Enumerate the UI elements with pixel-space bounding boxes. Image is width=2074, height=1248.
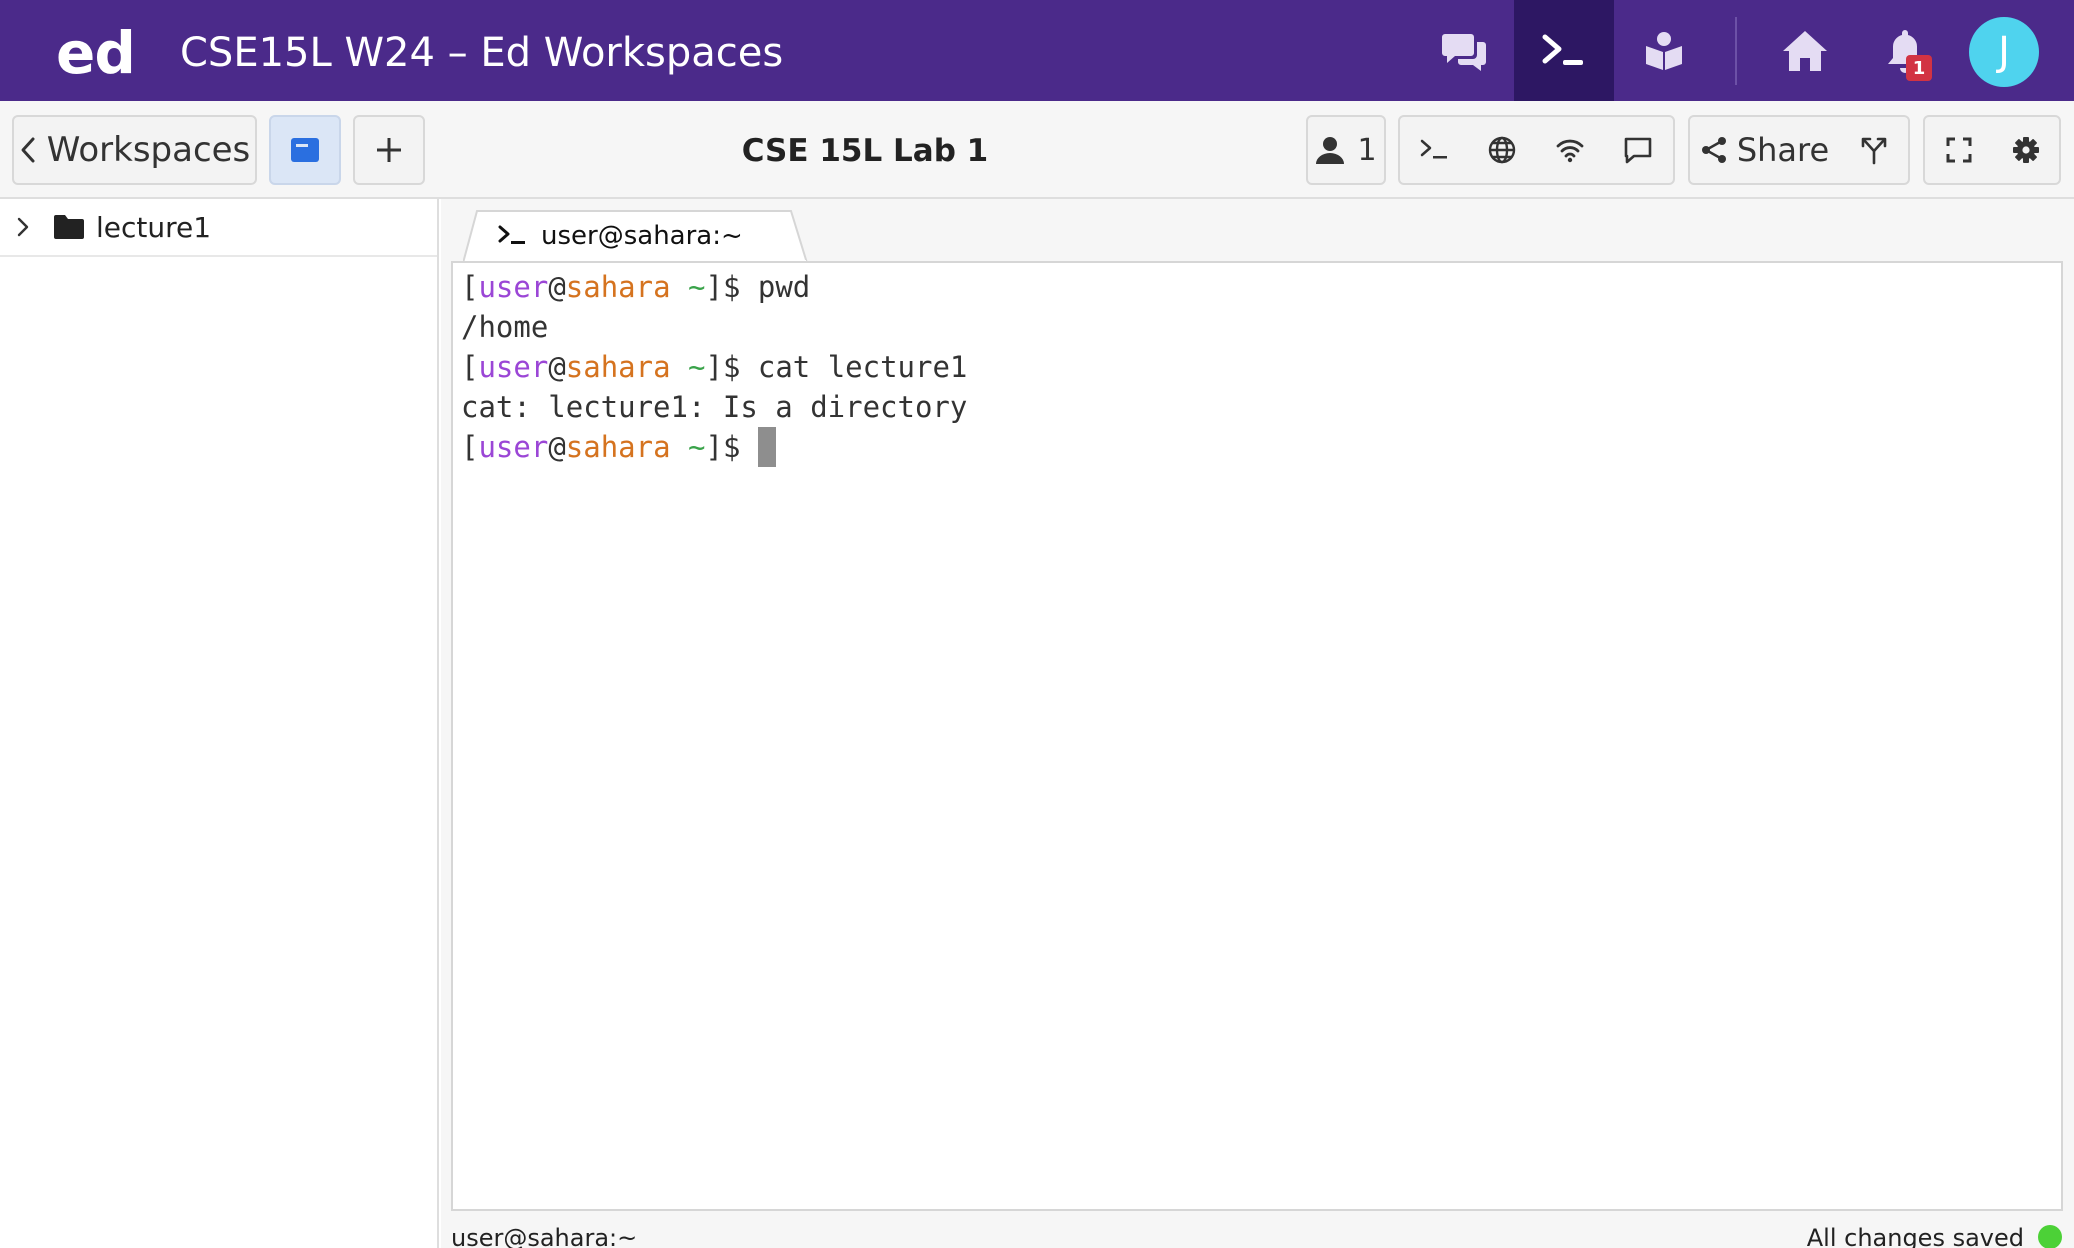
tree-item-label: lecture1 <box>96 210 212 244</box>
prompt-at: @ <box>548 350 566 384</box>
terminal-tab-label: user@sahara:~ <box>541 221 743 251</box>
output-text: /home <box>461 310 549 344</box>
share-icon <box>1701 137 1726 163</box>
fullscreen-icon <box>1946 137 1971 163</box>
folder-icon <box>54 215 84 239</box>
back-button-label: Workspaces <box>46 130 251 170</box>
terminal-command-line: [user@sahara ~]$ cat lecture1 <box>461 347 2061 387</box>
network-button[interactable] <box>1536 117 1604 183</box>
chevron-left-icon <box>21 137 35 163</box>
prompt-host: sahara <box>565 270 671 304</box>
prompt-bracket: ]$ <box>705 350 758 384</box>
prompt-user: user <box>478 350 549 384</box>
prompt-at: @ <box>548 430 566 464</box>
terminal-icon <box>1542 34 1583 65</box>
fork-button[interactable] <box>1840 117 1908 183</box>
workspace-toolbar: Workspaces CSE 15L Lab 1 1 Share <box>0 101 2074 199</box>
workspace-title: CSE 15L Lab 1 <box>741 133 989 169</box>
web-preview-button[interactable] <box>1468 117 1536 183</box>
share-button[interactable]: Share <box>1690 117 1840 183</box>
prompt-dir: ~ <box>688 270 706 304</box>
prompt-bracket: [ <box>461 270 479 304</box>
fork-icon <box>1861 137 1887 165</box>
user-icon <box>1316 137 1345 164</box>
terminal-nav-button[interactable] <box>1514 0 1614 101</box>
prompt-at: @ <box>548 270 566 304</box>
prompt-user: user <box>478 270 549 304</box>
terminal-tab[interactable]: user@sahara:~ <box>463 209 808 263</box>
plus-icon <box>377 138 401 162</box>
terminal-output[interactable]: [user@sahara ~]$ pwd/home [user@sahara ~]… <box>451 261 2063 1211</box>
status-bar: user@sahara:~ All changes saved <box>441 1222 2074 1248</box>
files-panel-icon <box>291 138 319 162</box>
users-count: 1 <box>1357 132 1377 168</box>
terminal-panel: user@sahara:~ [user@sahara ~]$ pwd/home[… <box>441 199 2074 1248</box>
command-text: pwd <box>757 270 811 304</box>
terminal-output-line: cat: lecture1: Is a directory <box>461 387 2061 427</box>
output-text: cat: lecture1: Is a directory <box>461 390 968 424</box>
back-to-workspaces-button[interactable]: Workspaces <box>12 115 257 185</box>
top-header: ed CSE15L W24 – Ed Workspaces 1 J <box>0 0 2074 101</box>
toggle-files-button[interactable] <box>269 115 341 185</box>
settings-button[interactable] <box>1992 117 2059 183</box>
terminal-cursor <box>757 427 776 467</box>
command-text: cat lecture1 <box>757 350 968 384</box>
app-title: CSE15L W24 – Ed Workspaces <box>180 30 784 76</box>
terminal-icon <box>498 225 525 244</box>
home-icon <box>1783 30 1827 71</box>
fullscreen-button[interactable] <box>1925 117 1992 183</box>
prompt-dir: ~ <box>688 430 706 464</box>
save-status: All changes saved <box>1806 1224 2024 1248</box>
users-button[interactable]: 1 <box>1306 115 1386 185</box>
prompt-host: sahara <box>565 350 671 384</box>
view-button-group <box>1923 115 2061 185</box>
discussion-icon <box>1442 33 1486 71</box>
notification-badge: 1 <box>1906 55 1932 81</box>
ed-logo[interactable]: ed <box>56 18 136 88</box>
lessons-nav-button[interactable] <box>1614 0 1714 101</box>
chat-button[interactable] <box>1604 117 1672 183</box>
avatar[interactable]: J <box>1969 17 2039 87</box>
saved-indicator-icon <box>2038 1225 2062 1248</box>
terminal-command-line: [user@sahara ~]$ <box>461 427 2061 467</box>
prompt-bracket: [ <box>461 350 479 384</box>
prompt-user: user <box>478 430 549 464</box>
terminal-icon <box>1420 139 1447 159</box>
share-label: Share <box>1736 131 1830 169</box>
discussion-nav-button[interactable] <box>1414 0 1514 101</box>
prompt-host: sahara <box>565 430 671 464</box>
tools-button-group <box>1398 115 1675 185</box>
prompt-dir: ~ <box>688 350 706 384</box>
globe-icon <box>1488 136 1516 164</box>
terminal-command-line: [user@sahara ~]$ pwd <box>461 267 2061 307</box>
notifications-nav-button[interactable] <box>1855 0 1955 101</box>
lessons-icon <box>1646 31 1682 70</box>
header-divider <box>1735 17 1737 85</box>
file-tree-sidebar: lecture1 <box>0 199 439 1248</box>
terminal-output-line: /home <box>461 307 2061 347</box>
prompt-bracket: ]$ <box>705 270 758 304</box>
home-nav-button[interactable] <box>1755 0 1855 101</box>
status-connection: user@sahara:~ <box>451 1224 638 1248</box>
prompt-bracket: [ <box>461 430 479 464</box>
prompt-bracket: ]$ <box>705 430 758 464</box>
chat-icon <box>1624 137 1652 164</box>
wifi-icon <box>1556 139 1584 163</box>
tree-item-lecture1[interactable]: lecture1 <box>0 199 437 257</box>
gear-icon <box>2012 137 2039 163</box>
chevron-right-icon[interactable] <box>16 216 34 238</box>
add-button[interactable] <box>353 115 425 185</box>
terminal-tool-button[interactable] <box>1400 117 1468 183</box>
share-button-group: Share <box>1688 115 1910 185</box>
